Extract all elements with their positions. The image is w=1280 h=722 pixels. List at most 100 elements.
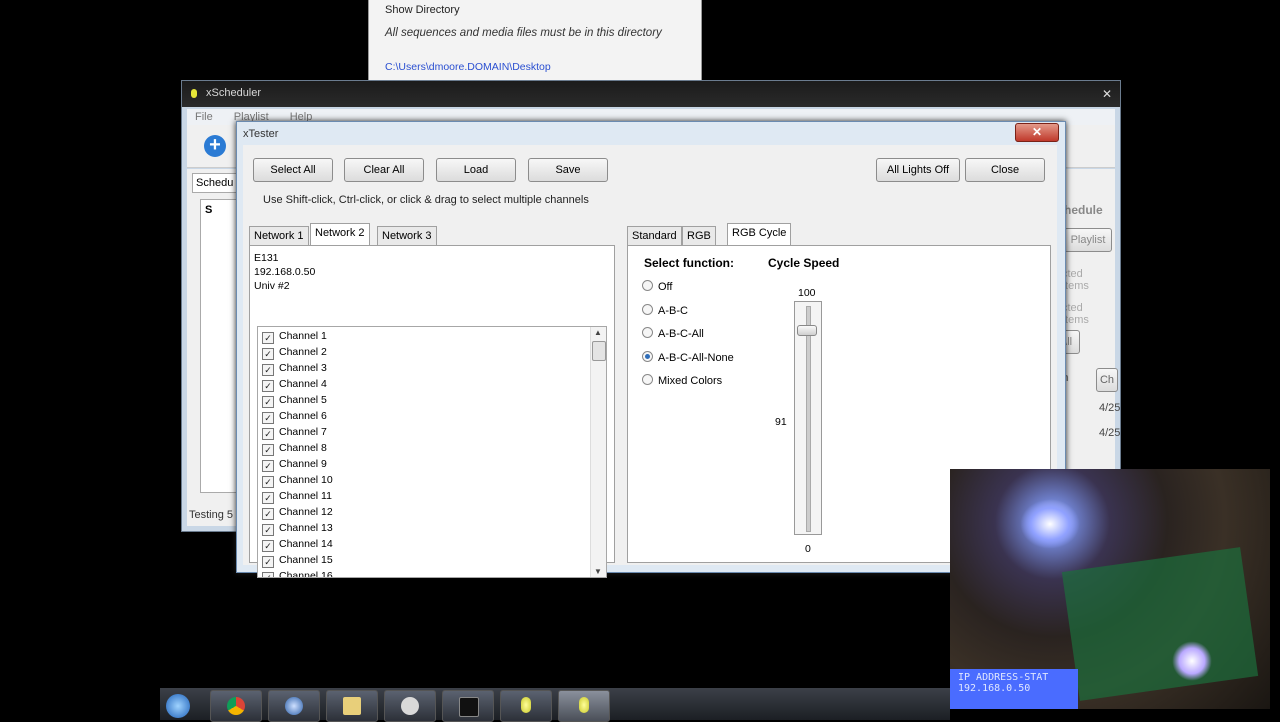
shield-icon[interactable] — [384, 690, 436, 722]
channel-row[interactable]: ✓ Channel 16 — [262, 568, 333, 577]
function-option[interactable]: A-B-C — [642, 303, 688, 319]
channel-row[interactable]: ✓ Channel 4 — [262, 376, 327, 392]
channel-checkbox[interactable]: ✓ — [262, 412, 274, 424]
channel-row[interactable]: ✓ Channel 6 — [262, 408, 327, 424]
channel-row[interactable]: ✓ Channel 10 — [262, 472, 333, 488]
channel-list-scrollbar[interactable]: ▲ ▼ — [590, 327, 606, 577]
show-directory-heading: Show Directory — [385, 4, 460, 16]
scrollbar-thumb[interactable] — [592, 341, 606, 361]
radio-button[interactable] — [642, 303, 653, 315]
tab-rgb-cycle[interactable]: RGB Cycle — [727, 223, 792, 246]
save-button[interactable]: Save — [528, 158, 608, 182]
channel-row[interactable]: ✓ Channel 13 — [262, 520, 333, 536]
channel-row[interactable]: ✓ Channel 3 — [262, 360, 327, 376]
scroll-up-icon[interactable]: ▲ — [594, 328, 602, 337]
terminal-icon[interactable] — [442, 690, 494, 722]
network-protocol: E131 — [254, 252, 279, 264]
radio-button[interactable] — [642, 374, 653, 385]
bulb-icon — [191, 89, 197, 98]
tab-schedule[interactable]: Schedu — [192, 173, 242, 193]
channel-row[interactable]: ✓ Channel 8 — [262, 440, 327, 456]
channel-row[interactable]: ✓ Channel 12 — [262, 504, 333, 520]
partial-button[interactable]: Ch — [1096, 368, 1118, 392]
channel-checkbox[interactable]: ✓ — [262, 396, 274, 408]
lcd-line-2: 192.168.0.50 — [958, 683, 1031, 694]
webcam-overlay: IP ADDRESS-STAT 192.168.0.50 — [950, 469, 1270, 709]
circuit-board-image — [1061, 547, 1259, 701]
slider-groove — [806, 306, 811, 532]
xlights-icon[interactable] — [500, 690, 552, 722]
channel-row[interactable]: ✓ Channel 7 — [262, 424, 327, 440]
slider-thumb[interactable] — [797, 325, 817, 337]
channel-row[interactable]: ✓ Channel 9 — [262, 456, 327, 472]
files-icon[interactable] — [326, 690, 378, 722]
function-option[interactable]: Off — [642, 279, 672, 295]
cycle-speed-label: Cycle Speed — [768, 256, 840, 270]
channel-row[interactable]: ✓ Channel 11 — [262, 488, 332, 504]
add-icon[interactable]: + — [204, 135, 226, 157]
chrome-icon[interactable] — [210, 690, 262, 722]
directory-dialog: Show Directory All sequences and media f… — [368, 0, 702, 80]
load-button[interactable]: Load — [436, 158, 516, 182]
function-option[interactable]: A-B-C-All-None — [642, 350, 734, 366]
close-button[interactable]: Close — [965, 158, 1045, 182]
channel-checkbox[interactable]: ✓ — [262, 332, 274, 344]
scroll-down-icon[interactable]: ▼ — [594, 567, 602, 576]
select-all-button[interactable]: Select All — [253, 158, 333, 182]
channel-checkbox[interactable]: ✓ — [262, 492, 274, 504]
function-option[interactable]: Mixed Colors — [642, 373, 722, 389]
channel-checkbox[interactable]: ✓ — [262, 476, 274, 488]
rgb-led-glow-2 — [1172, 641, 1212, 681]
date-1: 4/25 — [1099, 402, 1121, 414]
function-label: A-B-C-All-None — [658, 351, 734, 364]
tab-network-2[interactable]: Network 2 — [310, 223, 370, 246]
channel-checkbox[interactable]: ✓ — [262, 348, 274, 360]
channel-checkbox[interactable]: ✓ — [262, 524, 274, 536]
close-icon[interactable]: ✕ — [1102, 87, 1112, 101]
tab-rgb[interactable]: RGB — [682, 226, 716, 246]
function-option[interactable]: A-B-C-All — [642, 326, 704, 342]
channel-row[interactable]: ✓ Channel 1 — [262, 328, 327, 344]
channel-list[interactable]: ✓ Channel 1 ✓ Channel 2 ✓ Channel 3 ✓ Channel 4… — [257, 326, 607, 578]
selected-items-2: cted Items — [1062, 302, 1089, 326]
channel-checkbox[interactable]: ✓ — [262, 556, 274, 568]
channel-row[interactable]: ✓ Channel 5 — [262, 392, 327, 408]
channel-row[interactable]: ✓ Channel 2 — [262, 344, 327, 360]
selection-hint: Use Shift-click, Ctrl-click, or click & … — [263, 194, 589, 206]
channel-checkbox[interactable]: ✓ — [262, 460, 274, 472]
menu-file[interactable]: File — [195, 111, 213, 123]
xlights-active-icon[interactable] — [558, 690, 610, 722]
clear-all-button[interactable]: Clear All — [344, 158, 424, 182]
tab-standard[interactable]: Standard — [627, 226, 682, 246]
channel-label: Channel 7 — [279, 426, 327, 438]
channel-label: Channel 10 — [279, 474, 333, 486]
directory-path-link[interactable]: C:\Users\dmoore.DOMAIN\Desktop — [385, 61, 551, 73]
radio-button[interactable] — [642, 327, 653, 338]
channel-row[interactable]: ✓ Channel 15 — [262, 552, 333, 568]
channel-label: Channel 4 — [279, 378, 327, 390]
window-close-button[interactable]: ✕ — [1015, 123, 1059, 142]
channel-checkbox[interactable]: ✓ — [262, 364, 274, 376]
channel-checkbox[interactable]: ✓ — [262, 572, 274, 577]
channel-row[interactable]: ✓ Channel 14 — [262, 536, 333, 552]
channel-checkbox[interactable]: ✓ — [262, 380, 274, 392]
start-orb-icon[interactable] — [160, 690, 210, 720]
tab-network-1[interactable]: Network 1 — [249, 226, 309, 246]
playlist-button[interactable]: Playlist — [1064, 228, 1112, 252]
xscheduler-titlebar[interactable] — [182, 81, 1120, 107]
channel-checkbox[interactable]: ✓ — [262, 508, 274, 520]
channel-label: Channel 1 — [279, 330, 327, 342]
channel-checkbox[interactable]: ✓ — [262, 428, 274, 440]
channel-checkbox[interactable]: ✓ — [262, 540, 274, 552]
channel-label: Channel 8 — [279, 442, 327, 454]
all-lights-off-button[interactable]: All Lights Off — [876, 158, 960, 182]
channel-label: Channel 5 — [279, 394, 327, 406]
radio-button[interactable] — [642, 350, 653, 362]
channel-checkbox[interactable]: ✓ — [262, 444, 274, 456]
cycle-speed-slider[interactable] — [794, 301, 822, 535]
radio-button[interactable] — [642, 280, 653, 291]
media-icon[interactable] — [268, 690, 320, 722]
channel-label: Channel 2 — [279, 346, 327, 358]
tab-network-3[interactable]: Network 3 — [377, 226, 437, 246]
function-label: Mixed Colors — [658, 375, 723, 387]
